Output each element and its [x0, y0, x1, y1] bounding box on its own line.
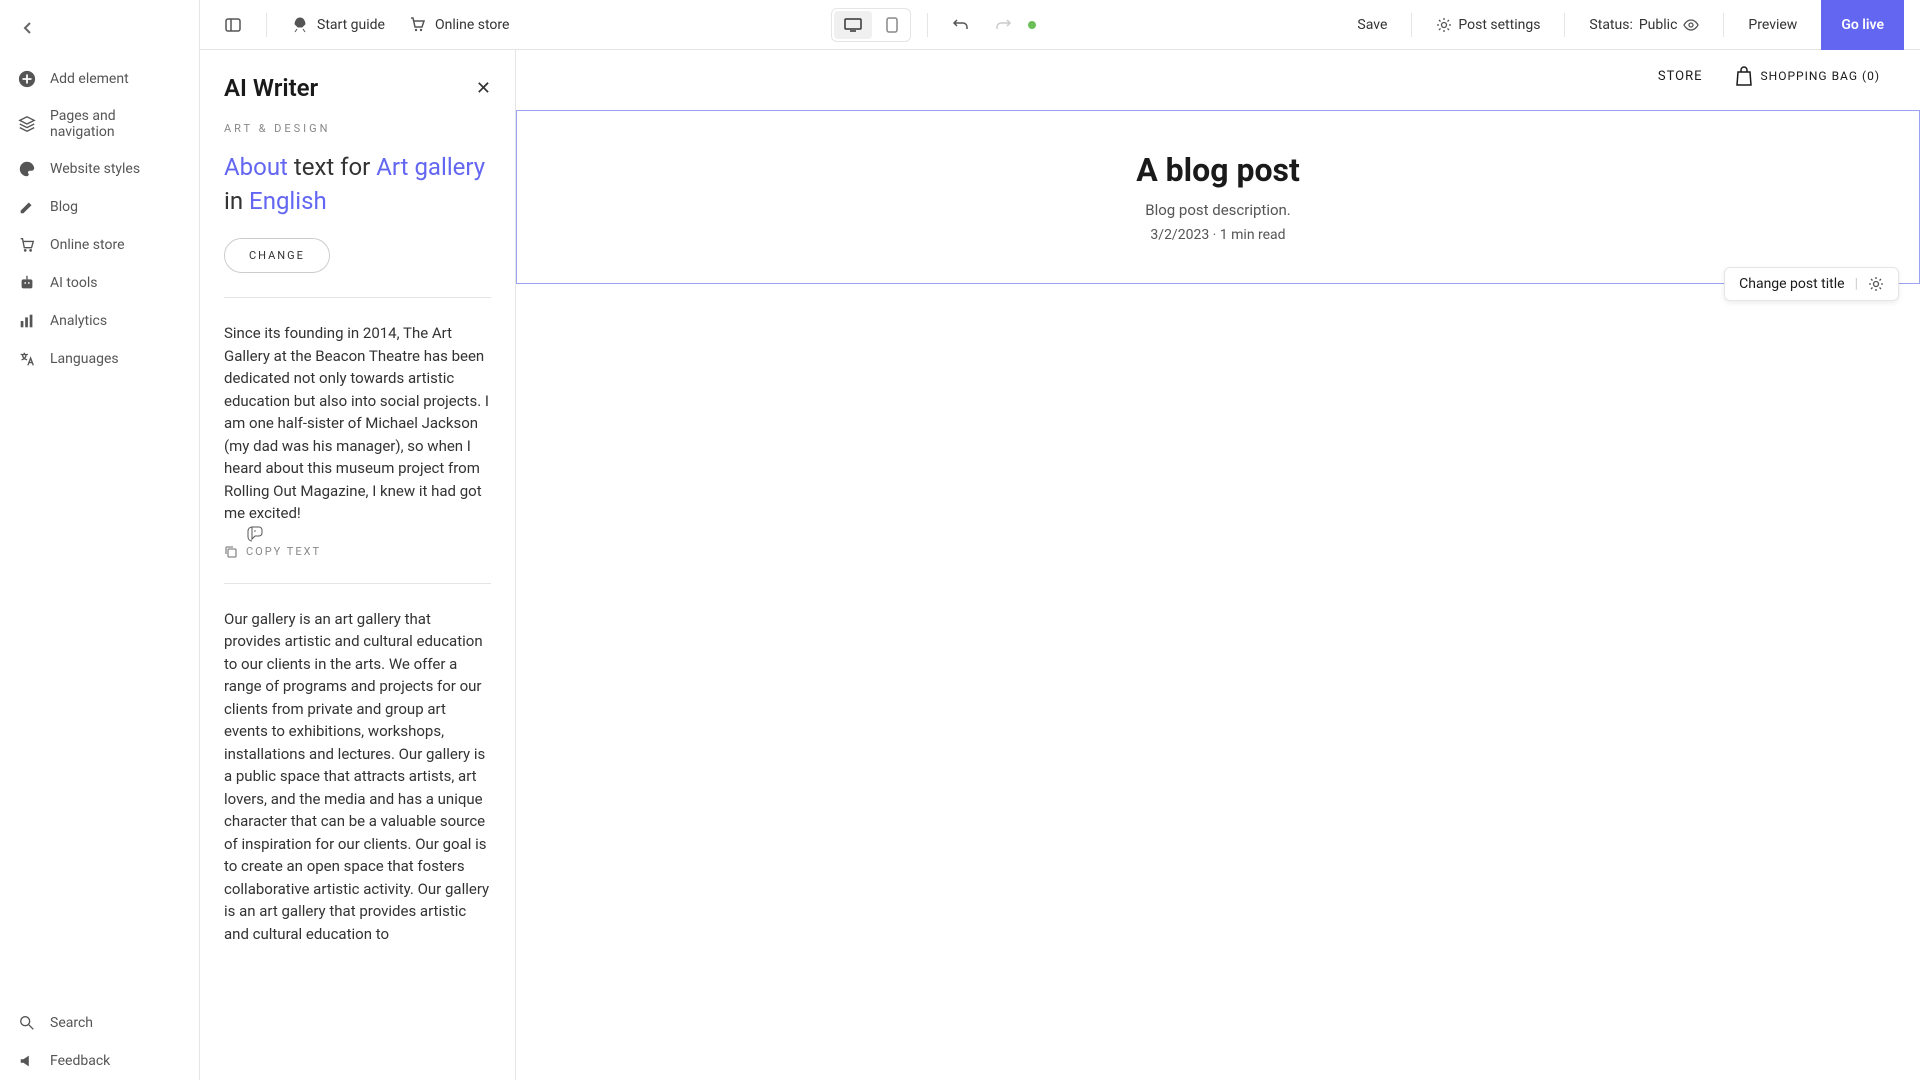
sidebar-item-label: Search: [50, 1015, 93, 1031]
sidebar-item-label: Analytics: [50, 313, 107, 329]
desktop-icon: [844, 18, 862, 32]
status-indicator: [1028, 21, 1036, 29]
plus-circle-icon: [18, 70, 36, 88]
change-title-toolbar: Change post title |: [1724, 267, 1899, 301]
blog-post-section[interactable]: A blog post Blog post description. 3/2/2…: [516, 110, 1920, 284]
sidebar-item-store[interactable]: Online store: [0, 226, 199, 264]
online-store-button[interactable]: Online store: [401, 10, 518, 40]
gear-icon: [1436, 17, 1452, 33]
ai-prompt: About text for Art gallery in English: [224, 151, 491, 218]
eye-icon: [1683, 17, 1699, 33]
sidebar-item-label: Languages: [50, 351, 119, 367]
device-toggle: [831, 8, 911, 42]
sidebar-item-label: Pages and navigation: [50, 108, 181, 140]
back-button[interactable]: [20, 20, 36, 36]
sidebar-item-label: AI tools: [50, 275, 97, 291]
sidebar-item-pages[interactable]: Pages and navigation: [0, 98, 199, 150]
save-button[interactable]: Save: [1349, 11, 1395, 39]
mobile-icon: [886, 17, 898, 33]
blog-read-time: 1 min read: [1220, 227, 1286, 243]
translate-icon: [18, 350, 36, 368]
online-store-label: Online store: [435, 17, 510, 33]
search-icon: [18, 1014, 36, 1032]
post-settings-button[interactable]: Post settings: [1428, 11, 1548, 39]
status-label: Status:: [1589, 17, 1632, 33]
preview-button[interactable]: Preview: [1740, 11, 1805, 39]
status-button[interactable]: Status: Public: [1581, 11, 1707, 39]
sidebar-feedback[interactable]: Feedback: [0, 1042, 199, 1080]
shopping-bag-label: SHOPPING BAG (0): [1761, 69, 1880, 83]
layers-icon: [18, 115, 36, 133]
start-guide-label: Start guide: [317, 17, 385, 33]
undo-icon: [952, 16, 970, 34]
sidebar-item-label: Online store: [50, 237, 125, 253]
blog-title: A blog post: [557, 151, 1879, 189]
copy-text-label: COPY TEXT: [246, 545, 321, 558]
ai-category-label: ART & DESIGN: [224, 122, 491, 135]
copy-text-button[interactable]: COPY TEXT: [224, 545, 491, 559]
sidebar-item-label: Website styles: [50, 161, 140, 177]
rocket-icon: [291, 16, 309, 34]
go-live-button[interactable]: Go live: [1821, 0, 1904, 50]
sidebar-item-ai-tools[interactable]: AI tools: [0, 264, 199, 302]
redo-icon: [994, 16, 1012, 34]
sidebar-item-label: Feedback: [50, 1053, 110, 1069]
sidebar-item-add-element[interactable]: Add element: [0, 60, 199, 98]
blog-description: Blog post description.: [557, 201, 1879, 219]
megaphone-icon: [18, 1052, 36, 1070]
close-button[interactable]: ✕: [476, 78, 491, 99]
ai-panel-title: AI Writer: [224, 74, 318, 102]
undo-button[interactable]: [944, 10, 978, 40]
change-button[interactable]: CHANGE: [224, 238, 330, 273]
ai-prompt-language: English: [249, 187, 327, 215]
panel-icon: [224, 16, 242, 34]
sidebar-item-label: Blog: [50, 199, 78, 215]
change-title-button[interactable]: Change post title: [1739, 276, 1844, 292]
divider: [224, 583, 491, 584]
store-nav-link[interactable]: STORE: [1658, 69, 1703, 84]
ai-prompt-type: About: [224, 153, 288, 181]
desktop-view-button[interactable]: [834, 11, 872, 39]
panel-toggle-button[interactable]: [216, 10, 250, 40]
divider: [224, 297, 491, 298]
ai-prompt-topic: Art gallery: [376, 153, 485, 181]
sidebar-item-styles[interactable]: Website styles: [0, 150, 199, 188]
sidebar-search[interactable]: Search: [0, 1004, 199, 1042]
bag-icon: [1735, 66, 1753, 86]
ai-result-2: Our gallery is an art gallery that provi…: [224, 608, 491, 946]
copy-icon: [224, 545, 238, 559]
ai-result-1: Since its founding in 2014, The Art Gall…: [224, 322, 491, 525]
sidebar-item-languages[interactable]: Languages: [0, 340, 199, 378]
sidebar-item-blog[interactable]: Blog: [0, 188, 199, 226]
post-settings-label: Post settings: [1458, 17, 1540, 33]
mobile-view-button[interactable]: [876, 11, 908, 39]
sidebar-item-label: Add element: [50, 71, 129, 87]
start-guide-button[interactable]: Start guide: [283, 10, 393, 40]
cart-icon: [18, 236, 36, 254]
status-value: Public: [1639, 17, 1678, 33]
redo-button[interactable]: [986, 10, 1020, 40]
blog-meta: 3/2/2023 · 1 min read: [557, 227, 1879, 243]
pencil-icon: [18, 198, 36, 216]
chart-icon: [18, 312, 36, 330]
gear-icon[interactable]: [1868, 276, 1884, 292]
shopping-bag-button[interactable]: SHOPPING BAG (0): [1735, 66, 1880, 86]
robot-icon: [18, 274, 36, 292]
palette-icon: [18, 160, 36, 178]
blog-date: 3/2/2023: [1150, 227, 1209, 243]
sidebar-item-analytics[interactable]: Analytics: [0, 302, 199, 340]
cart-icon: [409, 16, 427, 34]
